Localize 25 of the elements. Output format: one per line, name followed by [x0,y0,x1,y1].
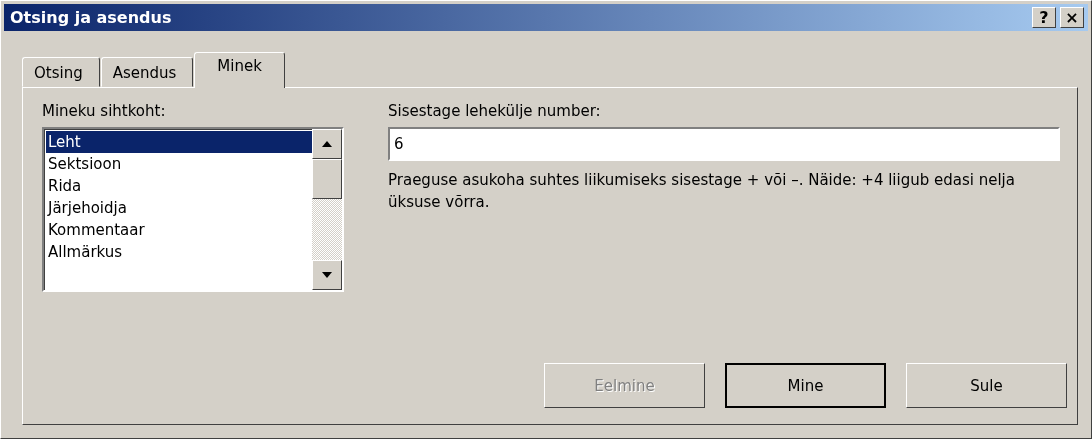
list-item[interactable]: Sektsioon [46,153,312,175]
tab[interactable]: Minek [194,52,285,88]
tab[interactable]: Asendus [100,57,194,87]
scrollbar[interactable] [312,129,342,290]
down-arrow-icon [322,272,332,278]
up-arrow-icon [322,141,332,147]
tab[interactable]: Otsing [22,57,100,87]
scroll-up-button[interactable] [312,129,342,159]
list-item[interactable]: Järjehoidja [46,197,312,219]
hint-text: Praeguse asukoha suhtes liikumiseks sisestage + või –. Näide: +4 liigub edasi nelja üksuse võrra. [388,170,1016,213]
page-number-field[interactable]: 6 [388,127,1060,161]
dialog-button[interactable]: Mine [725,363,886,408]
list-label: Mineku sihtkoht: [42,102,167,120]
window-title: Otsing ja asendus [10,8,172,27]
list-item[interactable]: Leht [46,131,312,153]
dialog-button[interactable]: Sule [906,363,1067,408]
input-label: Sisestage lehekülje number: [388,102,602,120]
help-button[interactable]: ? [1032,7,1056,28]
close-button[interactable]: × [1060,7,1084,28]
list-item[interactable]: Allmärkus [46,241,312,263]
list-item[interactable]: Rida [46,175,312,197]
target-list[interactable]: Leht Sektsioon Rida Järjehoidja Kommentaar Allmärkus [42,127,344,292]
list-item[interactable]: Kommentaar [46,219,312,241]
scroll-down-button[interactable] [312,260,342,290]
scroll-thumb[interactable] [312,159,342,199]
